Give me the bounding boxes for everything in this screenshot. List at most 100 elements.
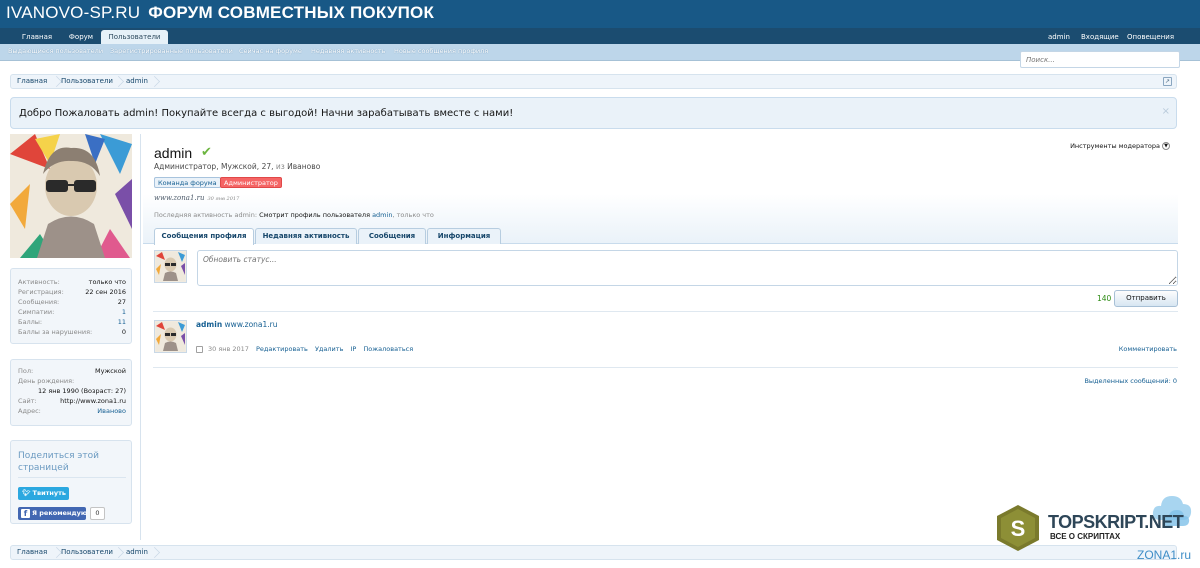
- user-age: 27: [261, 162, 272, 171]
- profile-signature: www.zona1.ru 30 янв 2017: [154, 194, 239, 202]
- info-label: Адрес:: [18, 407, 41, 415]
- edit-post-link[interactable]: Редактировать: [256, 345, 308, 353]
- info-box: Пол: Мужской День рождения: 12 янв 1990 (…: [10, 359, 132, 426]
- info-label: Сайт:: [18, 397, 37, 405]
- tab-profile-posts[interactable]: Сообщения профиля: [154, 228, 254, 245]
- facebook-like-count: 0: [90, 507, 105, 520]
- tab-home[interactable]: Главная: [12, 30, 62, 44]
- nav-alerts[interactable]: Оповещения: [1127, 30, 1174, 44]
- stat-value-link[interactable]: 11: [118, 318, 126, 326]
- jump-to-top-icon[interactable]: ↗: [1163, 77, 1172, 86]
- post-status-button[interactable]: Отправить: [1114, 290, 1178, 307]
- tab-posts[interactable]: Сообщения: [358, 228, 426, 244]
- breadcrumb-users[interactable]: Пользователи: [61, 548, 113, 556]
- stat-row: Баллы: 11: [18, 318, 126, 328]
- subnav-online-now[interactable]: Сейчас на форуме: [239, 47, 302, 55]
- profile-post-header: admin www.zona1.ru: [196, 320, 278, 329]
- breadcrumb-separator: [51, 74, 61, 89]
- breadcrumb-separator: [51, 545, 61, 560]
- stat-label: Баллы за нарушения:: [18, 328, 93, 336]
- info-row: Сайт: http://www.zona1.ru: [18, 397, 126, 407]
- stats-box: Активность: только что Регистрация: 22 сен…: [10, 268, 132, 344]
- nav-inbox[interactable]: Входящие: [1081, 30, 1119, 44]
- profile-user-info: Администратор, Мужской, 27, из Иваново: [154, 162, 321, 171]
- comment-link[interactable]: Комментировать: [1119, 345, 1177, 353]
- welcome-notice: Добро Пожаловать admin! Покупайте всегда…: [10, 97, 1177, 129]
- moderator-tools-menu[interactable]: Инструменты модератора ▼: [1070, 142, 1170, 150]
- tab-users[interactable]: Пользователи: [101, 30, 168, 44]
- tab-information[interactable]: Информация: [427, 228, 501, 244]
- logo-letter: S: [1011, 516, 1026, 541]
- profile-username: admin: [154, 145, 193, 161]
- user-location[interactable]: Иваново: [287, 162, 320, 171]
- status-char-count: 140: [1097, 294, 1112, 303]
- site-header: IVANOVO-SP.RU ФОРУМ СОВМЕСТНЫХ ПОКУПОК: [0, 0, 1200, 28]
- breadcrumb-separator: [149, 545, 159, 560]
- twitter-icon: 🐦︎: [22, 489, 31, 497]
- team-badge: Команда форума: [154, 177, 221, 188]
- stat-row: Баллы за нарушения: 0: [18, 328, 126, 338]
- subnav-new-profile-posts[interactable]: Новые сообщения профиля: [394, 47, 488, 55]
- breadcrumb-users[interactable]: Пользователи: [61, 77, 113, 85]
- tweet-label: Твитнуть: [32, 489, 67, 497]
- breadcrumb-home[interactable]: Главная: [17, 77, 47, 85]
- post-meta: 30 янв 2017 Редактировать Удалить IP Пож…: [196, 345, 413, 353]
- chevron-down-icon: ▼: [1162, 142, 1170, 150]
- search-input[interactable]: [1020, 51, 1180, 68]
- last-activity-time: , только что: [392, 211, 434, 219]
- breadcrumb-home[interactable]: Главная: [17, 548, 47, 556]
- stat-row: Активность: только что: [18, 278, 126, 288]
- post-avatar[interactable]: [154, 320, 187, 353]
- watermark-title: TOPSKRIPT.NET: [1048, 512, 1184, 532]
- tab-forum[interactable]: Форум: [62, 30, 100, 44]
- info-value: 12 янв 1990 (Возраст: 27): [38, 387, 126, 395]
- close-icon[interactable]: ×: [1162, 106, 1170, 117]
- share-box: Поделиться этой страницей 🐦︎ Твитнуть fЯ…: [10, 440, 132, 524]
- notice-text: Добро Пожаловать admin! Покупайте всегда…: [19, 108, 514, 119]
- ip-link[interactable]: IP: [350, 345, 356, 353]
- delete-post-link[interactable]: Удалить: [315, 345, 343, 353]
- post-text[interactable]: www.zona1.ru: [225, 320, 278, 329]
- subnav-recent-activity[interactable]: Недавняя активность: [311, 47, 386, 55]
- stat-value-link[interactable]: 1: [122, 308, 126, 316]
- facebook-icon: f: [21, 509, 30, 518]
- nav-user[interactable]: admin: [1048, 30, 1070, 44]
- info-row: Пол: Мужской: [18, 367, 126, 377]
- breadcrumb-admin[interactable]: admin: [126, 548, 148, 556]
- last-activity-user-link[interactable]: admin: [372, 211, 392, 219]
- share-title: Поделиться этой страницей: [18, 450, 126, 478]
- profile-sidebar: [10, 134, 132, 258]
- post-date: 30 янв 2017: [208, 345, 249, 353]
- status-avatar[interactable]: [154, 250, 187, 283]
- avatar-image: [156, 252, 185, 281]
- site-logo[interactable]: IVANOVO-SP.RU ФОРУМ СОВМЕСТНЫХ ПОКУПОК: [6, 3, 434, 23]
- post-select-checkbox[interactable]: [196, 345, 203, 353]
- stat-value: 0: [121, 328, 126, 336]
- subnav-notable-members[interactable]: Выдающиеся пользователи: [8, 47, 103, 55]
- post-username-link[interactable]: admin: [196, 320, 222, 329]
- info-value-link[interactable]: Иваново: [97, 407, 126, 415]
- site-name: IVANOVO-SP.RU: [6, 3, 141, 22]
- info-value-link[interactable]: http://www.zona1.ru: [60, 397, 126, 405]
- avatar-image: [10, 134, 132, 258]
- signature-text[interactable]: www.zona1.ru: [154, 194, 205, 202]
- breadcrumb-admin[interactable]: admin: [126, 77, 148, 85]
- selected-posts-counter[interactable]: Выделенных сообщений: 0: [1084, 377, 1177, 385]
- report-post-link[interactable]: Пожаловаться: [363, 345, 413, 353]
- tab-recent-activity[interactable]: Недавняя активность: [255, 228, 357, 244]
- forum-name: ФОРУМ СОВМЕСТНЫХ ПОКУПОК: [148, 3, 435, 22]
- stat-label: Баллы:: [18, 318, 43, 326]
- stat-label: Регистрация:: [18, 288, 64, 296]
- topskript-logo-icon: S: [997, 505, 1039, 551]
- tweet-button[interactable]: 🐦︎ Твитнуть: [18, 487, 69, 500]
- stat-value: 27: [117, 298, 126, 306]
- profile-avatar[interactable]: [10, 134, 132, 258]
- status-update-input[interactable]: [197, 250, 1178, 286]
- info-label: День рождения:: [18, 377, 75, 385]
- subnav-registered-members[interactable]: Зарегистрированные пользователи: [110, 47, 233, 55]
- facebook-like-button[interactable]: fЯ рекомендую: [18, 507, 87, 520]
- watermark-zona: ZONA1.ru: [1137, 548, 1192, 562]
- last-activity: Последняя активность admin: Смотрит проф…: [154, 211, 434, 219]
- user-title: Администратор: [154, 162, 217, 171]
- stat-label: Сообщения:: [18, 298, 60, 306]
